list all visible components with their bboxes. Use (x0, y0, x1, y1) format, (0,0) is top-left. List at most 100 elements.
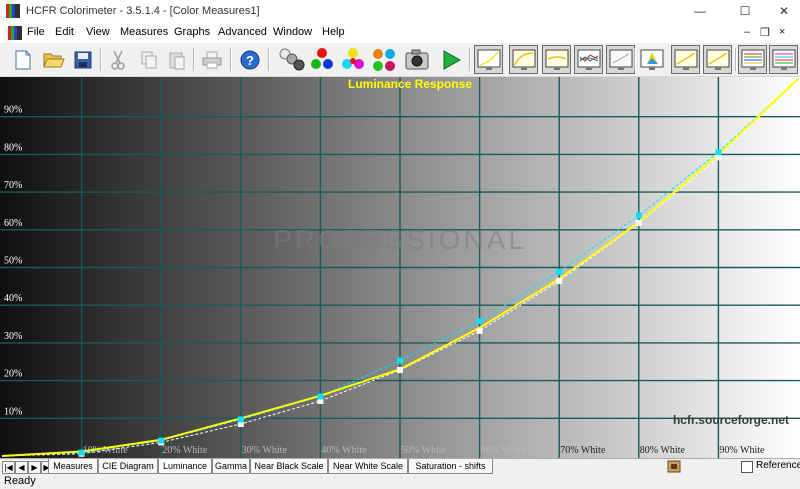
tab-luminance[interactable]: Luminance (158, 459, 212, 474)
window-title: HCFR Colorimeter - 3.5.1.4 - [Color Meas… (26, 5, 260, 17)
series-point-1 (317, 393, 324, 400)
menu-window[interactable]: Window (273, 26, 312, 38)
menu-measures[interactable]: Measures (120, 26, 168, 38)
luminance-chart: PROFESSIONAL Luminance Response hcfr.sou… (0, 77, 800, 458)
chart-title: Luminance Response (348, 77, 472, 91)
gamma-view-icon[interactable] (509, 45, 538, 74)
menu-help[interactable]: Help (322, 26, 345, 38)
status-text: Ready (4, 475, 36, 487)
y-tick-label: 90% (4, 105, 22, 116)
tab-saturation-shifts[interactable]: Saturation - shifts (408, 459, 493, 474)
toolbar-separator (230, 48, 232, 71)
menu-advanced[interactable]: Advanced (218, 26, 267, 38)
series-point-1 (635, 212, 642, 219)
luminance-view-icon[interactable] (474, 45, 503, 74)
series-point-1 (237, 416, 244, 423)
chart-svg: PROFESSIONAL Luminance Response hcfr.sou… (0, 77, 800, 458)
y-tick-label: 30% (4, 331, 22, 342)
reference-checkbox[interactable] (741, 461, 753, 473)
y-tick-label: 40% (4, 293, 22, 304)
saturation-view-icon[interactable] (738, 45, 767, 74)
series-point-2 (476, 327, 483, 334)
series-point-2 (635, 220, 642, 227)
tab-cie-diagram[interactable]: CIE Diagram (98, 459, 158, 474)
series-point-2 (397, 367, 403, 374)
reference-label: Reference (756, 460, 800, 471)
camera-icon[interactable] (403, 46, 430, 73)
x-tick-label: 30% White (242, 445, 288, 456)
maximize-button[interactable]: ☐ (725, 2, 765, 21)
title-bar: HCFR Colorimeter - 3.5.1.4 - [Color Meas… (0, 0, 800, 23)
y-tick-label: 20% (4, 369, 22, 380)
tab-gamma[interactable]: Gamma (212, 459, 250, 474)
tab-near-black-scale[interactable]: Near Black Scale (250, 459, 328, 474)
menu-graphs[interactable]: Graphs (174, 26, 210, 38)
saturation-shift-view-icon[interactable] (769, 45, 798, 74)
series-point-1 (397, 357, 403, 364)
series-point-1 (158, 437, 165, 444)
new-document-icon[interactable] (9, 46, 36, 73)
menu-view[interactable]: View (86, 26, 110, 38)
help-icon[interactable]: ? (236, 46, 263, 73)
x-tick-label: 90% White (719, 445, 765, 456)
y-tick-label: 80% (4, 142, 22, 153)
tab-measures[interactable]: Measures (48, 459, 98, 474)
rgb-balls-icon[interactable] (308, 46, 335, 73)
series-point-1 (715, 149, 722, 156)
near-black-view-icon[interactable] (671, 45, 700, 74)
mdi-restore-button[interactable]: ❐ (760, 26, 770, 39)
cmy-balls-icon[interactable] (339, 46, 366, 73)
save-disk-icon[interactable] (69, 46, 96, 73)
multicolor-cube-icon[interactable] (370, 46, 397, 73)
grayscale-balls-icon[interactable] (278, 46, 305, 73)
x-tick-label: 40% White (321, 445, 367, 456)
sensor-icon (667, 460, 681, 473)
series-point-1 (476, 318, 483, 325)
mdi-close-button[interactable]: × (779, 26, 785, 38)
y-tick-label: 60% (4, 218, 22, 229)
print-icon[interactable] (198, 46, 225, 73)
app-icon (6, 4, 20, 18)
toolbar: ? (0, 43, 800, 77)
color-temp-view-icon[interactable] (574, 45, 603, 74)
tab-bar: |◀ ◀ ▶ ▶| Measures CIE Diagram Luminance… (0, 458, 800, 475)
play-arrow-icon[interactable] (437, 46, 464, 73)
mdi-minimize-button[interactable]: – (744, 26, 750, 38)
y-tick-label: 50% (4, 256, 22, 267)
menu-file[interactable]: File (27, 26, 45, 38)
series-point-1 (556, 268, 563, 275)
toolbar-separator (735, 48, 737, 71)
paste-icon[interactable] (163, 46, 190, 73)
y-tick-label: 70% (4, 180, 22, 191)
series-point-2 (556, 278, 563, 285)
x-tick-label: 50% White (401, 445, 447, 456)
rgb-levels-view-icon[interactable] (542, 45, 571, 74)
toolbar-separator (469, 48, 471, 71)
toolbar-separator (100, 48, 102, 71)
near-white-view-icon[interactable] (703, 45, 732, 74)
colorspace-view-icon[interactable] (638, 46, 665, 73)
svg-text:?: ? (246, 53, 254, 68)
tab-first-button[interactable]: |◀ (2, 461, 15, 474)
x-tick-label: 80% White (640, 445, 686, 456)
minimize-button[interactable]: — (680, 2, 720, 21)
toolbar-separator (193, 48, 195, 71)
document-icon[interactable] (8, 26, 22, 40)
cie-view-icon[interactable] (606, 45, 635, 74)
menu-edit[interactable]: Edit (55, 26, 74, 38)
series-point-2 (715, 154, 722, 161)
series-point-1 (78, 449, 85, 456)
status-bar: Ready (0, 475, 800, 489)
cut-scissors-icon[interactable] (104, 46, 131, 73)
tab-near-white-scale[interactable]: Near White Scale (328, 459, 408, 474)
x-tick-label: 70% White (560, 445, 606, 456)
open-folder-icon[interactable] (40, 46, 67, 73)
copy-icon[interactable] (135, 46, 162, 73)
close-button[interactable]: ✕ (764, 2, 800, 21)
menu-bar: File Edit View Measures Graphs Advanced … (0, 23, 800, 43)
x-tick-label: 60% White (481, 445, 527, 456)
tab-prev-button[interactable]: ◀ (15, 461, 28, 474)
watermark-text: PROFESSIONAL (273, 224, 527, 255)
tab-next-button[interactable]: ▶ (28, 461, 41, 474)
y-tick-label: 10% (4, 406, 22, 417)
